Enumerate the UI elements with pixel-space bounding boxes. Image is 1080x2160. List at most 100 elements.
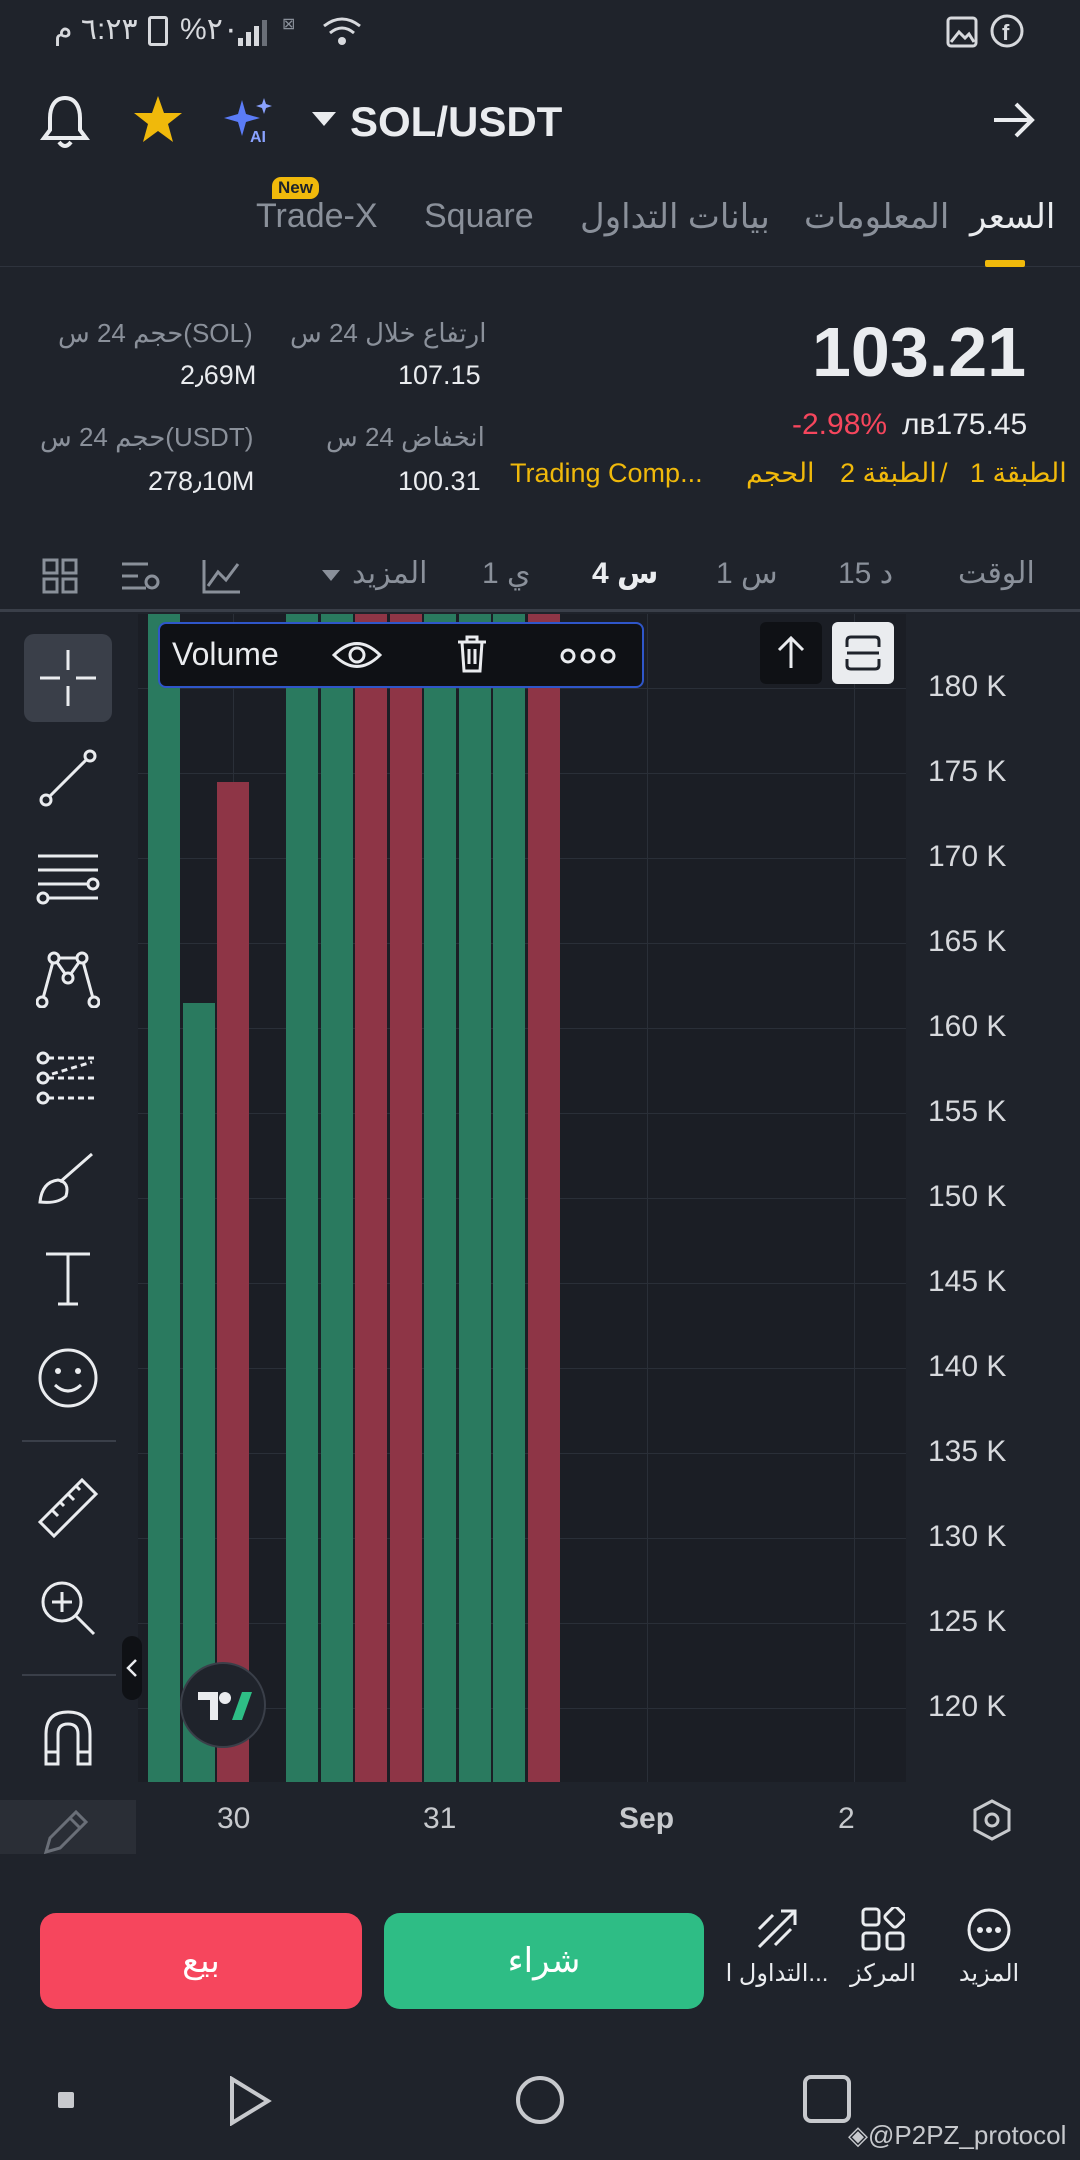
nav-position[interactable]: المركز bbox=[828, 1907, 938, 1988]
x-tick-label: 31 bbox=[423, 1802, 457, 1835]
trash-icon[interactable] bbox=[456, 634, 488, 674]
no-sim-icon: ⊠ bbox=[282, 16, 296, 33]
tag-volume[interactable]: الحجم bbox=[746, 458, 815, 489]
fullscreen-icon bbox=[845, 635, 881, 671]
fullscreen-button[interactable] bbox=[832, 622, 894, 684]
volume-chart-canvas bbox=[138, 614, 906, 1782]
indicator-icon[interactable] bbox=[202, 558, 242, 594]
vol-sol-value: 2٫69M bbox=[180, 360, 257, 390]
home-circle-icon[interactable] bbox=[514, 2074, 566, 2126]
svg-text:f: f bbox=[1002, 20, 1010, 45]
x-gridline bbox=[647, 614, 648, 1782]
watermark-diamond-icon: ◈ bbox=[848, 2120, 868, 2150]
fib-lines-icon bbox=[36, 854, 100, 905]
tab-square[interactable]: Square bbox=[424, 197, 534, 236]
tab-trading-data[interactable]: بيانات التداول bbox=[580, 197, 770, 237]
magnet-icon bbox=[44, 1710, 92, 1766]
more-circle-icon bbox=[967, 1908, 1011, 1952]
crosshair-tool[interactable] bbox=[24, 634, 112, 722]
volume-bar bbox=[493, 614, 525, 1782]
volume-bar bbox=[217, 781, 249, 1782]
pattern-tool[interactable] bbox=[24, 934, 112, 1022]
timeframe-1d[interactable]: 1 ي bbox=[482, 556, 531, 591]
pencil-tool[interactable] bbox=[0, 1800, 136, 1854]
nav-more[interactable]: المزيد bbox=[934, 1907, 1044, 1988]
pencil-icon bbox=[43, 1809, 89, 1854]
trendline-icon bbox=[39, 749, 97, 807]
toolbar-divider bbox=[22, 1674, 116, 1676]
y-tick-label: 145 K bbox=[928, 1265, 1007, 1298]
chart-settings-icon[interactable] bbox=[120, 558, 162, 594]
tag-layer2[interactable]: الطبقة 2 bbox=[840, 458, 937, 489]
volume-bar bbox=[458, 614, 491, 1782]
zoom-in-tool[interactable] bbox=[24, 1564, 112, 1652]
high-24h-label: ارتفاع خلال 24 س bbox=[290, 318, 487, 348]
scroll-up-button[interactable] bbox=[760, 622, 822, 684]
low-24h-label: انخفاض 24 س bbox=[326, 422, 485, 452]
chevron-left-icon bbox=[126, 1659, 137, 1677]
toolbar-collapse-handle[interactable] bbox=[122, 1636, 142, 1700]
arrow-right-icon[interactable] bbox=[992, 100, 1036, 140]
timeframe-time-label[interactable]: الوقت bbox=[958, 556, 1035, 591]
tag-trading-comp[interactable]: Trading Comp... bbox=[510, 458, 703, 489]
ruler-tool[interactable] bbox=[24, 1464, 112, 1552]
volume-legend[interactable]: Volume bbox=[158, 622, 644, 688]
tab-trade-x[interactable]: Trade-X bbox=[256, 197, 378, 236]
recents-square-icon[interactable] bbox=[802, 2074, 852, 2124]
gallery-icon bbox=[946, 16, 978, 48]
timeframe-4h[interactable]: 4 س bbox=[592, 556, 658, 591]
wifi-icon bbox=[323, 17, 361, 45]
facebook-icon: f bbox=[990, 14, 1024, 48]
trendline-tool[interactable] bbox=[24, 734, 112, 822]
volume-chart[interactable] bbox=[138, 614, 906, 1782]
nav-more-label: المزيد bbox=[958, 1960, 1020, 1987]
volume-bar bbox=[355, 614, 387, 1782]
timeframe-more[interactable]: المزيد bbox=[352, 556, 427, 591]
battery-level: %٢٠ bbox=[180, 13, 239, 46]
trade-arrows-icon bbox=[757, 1909, 797, 1949]
timeframe-15m[interactable]: 15 د bbox=[838, 556, 893, 591]
pair-header: AI SOL/USDT bbox=[0, 88, 1080, 158]
timeframe-1h[interactable]: 1 س bbox=[716, 556, 778, 591]
position-grid-icon bbox=[861, 1907, 905, 1951]
buy-button[interactable]: شراء bbox=[384, 1913, 704, 2009]
more-options-icon[interactable] bbox=[560, 646, 616, 666]
nav-trading[interactable]: التداول ا... bbox=[722, 1907, 832, 1988]
bottom-action-bar: بيع شراء التداول ا... المركز المزيد bbox=[0, 1855, 1080, 2055]
sell-button[interactable]: بيع bbox=[40, 1913, 362, 2009]
tab-info[interactable]: المعلومات bbox=[804, 197, 949, 237]
tab-price[interactable]: السعر bbox=[970, 197, 1055, 237]
magnet-tool[interactable] bbox=[24, 1694, 112, 1782]
text-tool[interactable] bbox=[24, 1234, 112, 1322]
y-tick-label: 180 K bbox=[928, 670, 1007, 703]
ai-label: AI bbox=[250, 129, 266, 146]
emoji-tool[interactable] bbox=[24, 1334, 112, 1422]
y-tick-label: 175 K bbox=[928, 755, 1007, 788]
watermark-text: @P2PZ_protocol bbox=[868, 2120, 1067, 2150]
caret-down-icon[interactable] bbox=[312, 112, 336, 128]
tradingview-logo bbox=[180, 1662, 266, 1748]
eye-icon[interactable] bbox=[332, 638, 382, 672]
nav-position-label: المركز bbox=[850, 1960, 916, 1987]
sell-button-label: بيع bbox=[182, 1942, 220, 1980]
nav-trading-label: التداول ا... bbox=[725, 1960, 829, 1987]
tab-bar: السعر المعلومات بيانات التداول Square Tr… bbox=[0, 177, 1080, 267]
layout-grid-icon[interactable] bbox=[42, 558, 78, 594]
chart-settings-hex-icon[interactable] bbox=[970, 1798, 1014, 1842]
ai-sparkle-icon[interactable]: AI bbox=[224, 96, 276, 146]
stop-icon[interactable] bbox=[58, 2092, 74, 2108]
bell-icon[interactable] bbox=[40, 94, 90, 148]
favorite-star-icon[interactable] bbox=[132, 94, 184, 144]
volume-bar bbox=[424, 614, 456, 1782]
pair-title[interactable]: SOL/USDT bbox=[350, 98, 562, 146]
watermark: ◈@P2PZ_protocol bbox=[848, 2120, 1066, 2151]
fib-lines-tool[interactable] bbox=[24, 834, 112, 922]
projection-tool[interactable] bbox=[24, 1034, 112, 1122]
play-icon[interactable] bbox=[228, 2076, 272, 2126]
brush-tool[interactable] bbox=[24, 1134, 112, 1222]
buy-button-label: شراء bbox=[507, 1942, 581, 1980]
volume-bar bbox=[320, 614, 353, 1782]
tag-layer1[interactable]: الطبقة 1 bbox=[970, 458, 1067, 489]
y-tick-label: 130 K bbox=[928, 1520, 1007, 1553]
brush-icon bbox=[38, 1152, 93, 1204]
